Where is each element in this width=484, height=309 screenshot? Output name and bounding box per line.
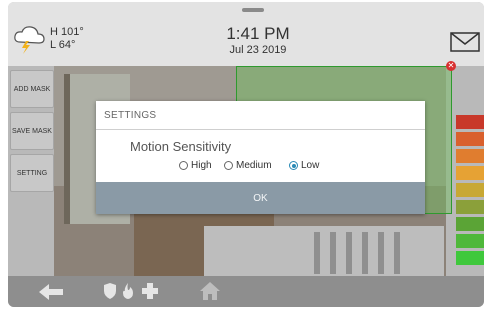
clock-time: 1:41 PM bbox=[226, 24, 290, 43]
motion-sensitivity-label: Motion Sensitivity bbox=[130, 139, 232, 154]
mail-icon[interactable] bbox=[450, 32, 480, 52]
shield-icon[interactable] bbox=[103, 282, 117, 305]
medical-cross-icon[interactable] bbox=[141, 282, 159, 305]
radio-label-high: High bbox=[191, 160, 212, 171]
radio-high[interactable]: High bbox=[179, 160, 212, 171]
close-icon[interactable]: ✕ bbox=[446, 61, 456, 71]
dialog-title: SETTINGS bbox=[104, 110, 157, 121]
motion-level-bar bbox=[456, 234, 484, 248]
panel-screen: H 101° L 64° 1:41 PM Jul 23 2019 ADD MAS… bbox=[8, 2, 484, 307]
radio-button[interactable] bbox=[224, 161, 233, 170]
status-bar: H 101° L 64° 1:41 PM Jul 23 2019 bbox=[8, 2, 484, 66]
cloud-lightning-icon[interactable] bbox=[13, 24, 47, 54]
home-icon[interactable] bbox=[199, 281, 221, 306]
motion-level-bar bbox=[456, 251, 484, 265]
ok-button[interactable]: OK bbox=[96, 182, 425, 214]
clock-date: Jul 23 2019 bbox=[229, 44, 287, 56]
motion-level-bar bbox=[456, 115, 484, 129]
motion-level-meter bbox=[456, 115, 484, 268]
motion-level-bar bbox=[456, 200, 484, 214]
radio-button-selected[interactable] bbox=[289, 161, 298, 170]
radio-low[interactable]: Low bbox=[289, 160, 319, 171]
radio-label-medium: Medium bbox=[236, 160, 272, 171]
motion-level-bar bbox=[456, 149, 484, 163]
add-mask-button[interactable]: ADD MASK bbox=[10, 70, 54, 108]
settings-dialog: SETTINGS Motion Sensitivity High Medium … bbox=[96, 101, 425, 214]
save-mask-button[interactable]: SAVE MASK bbox=[10, 112, 54, 150]
bottom-nav-bar bbox=[8, 276, 484, 307]
motion-level-bar bbox=[456, 132, 484, 146]
motion-level-bar bbox=[456, 217, 484, 231]
temperature-low: L 64° bbox=[50, 39, 76, 51]
setting-button[interactable]: SETTING bbox=[10, 154, 54, 192]
temperature-high: H 101° bbox=[50, 26, 84, 38]
radio-medium[interactable]: Medium bbox=[224, 160, 272, 171]
divider bbox=[96, 129, 425, 130]
motion-level-bar bbox=[456, 166, 484, 180]
back-arrow-icon[interactable] bbox=[38, 283, 64, 306]
motion-level-bar bbox=[456, 183, 484, 197]
radio-label-low: Low bbox=[301, 160, 320, 171]
radio-button[interactable] bbox=[179, 161, 188, 170]
fire-icon[interactable] bbox=[121, 282, 135, 305]
pull-down-handle[interactable] bbox=[242, 8, 264, 12]
